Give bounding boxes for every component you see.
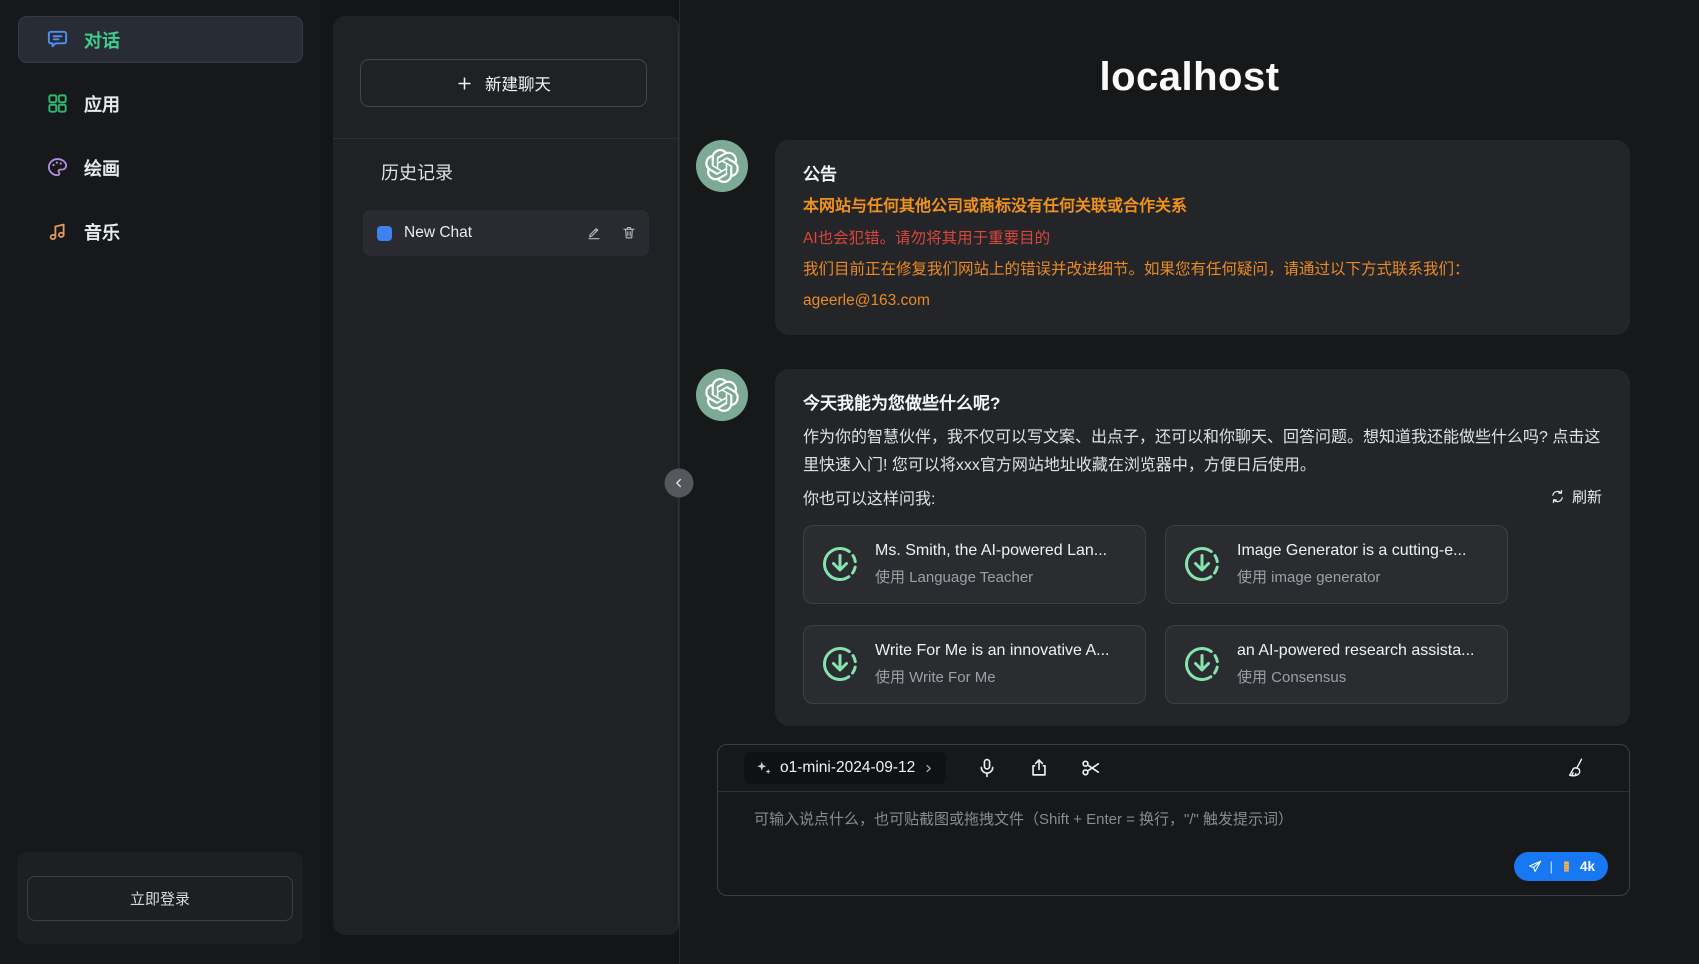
message-input[interactable] <box>718 792 1629 878</box>
announcement-line: AI也会犯错。请勿将其用于重要目的 <box>803 227 1602 251</box>
history-item[interactable]: New Chat <box>363 210 649 256</box>
suggestion-subtitle: 使用 Write For Me <box>875 666 1109 687</box>
cut-icon[interactable] <box>1080 757 1102 779</box>
sidebar-nav: 对话 应用 绘画 音乐 <box>0 0 320 255</box>
plus-icon <box>456 75 473 92</box>
assistant-avatar <box>696 140 748 192</box>
sidebar: 对话 应用 绘画 音乐 立即 <box>0 0 320 964</box>
suggestion-card[interactable]: Image Generator is a cutting-e... 使用 ima… <box>1165 525 1508 604</box>
send-icon <box>1527 859 1543 875</box>
sidebar-item-chat[interactable]: 对话 <box>18 16 303 63</box>
suggestion-subtitle: 使用 Consensus <box>1237 666 1474 687</box>
suggestion-subtitle: 使用 Language Teacher <box>875 566 1107 587</box>
suggestion-grid: Ms. Smith, the AI-powered Lan... 使用 Lang… <box>803 525 1602 704</box>
sidebar-item-apps[interactable]: 应用 <box>18 80 303 127</box>
message-bubble: 公告 本网站与任何其他公司或商标没有任何关联或合作关系 AI也会犯错。请勿将其用… <box>775 140 1630 335</box>
suggestion-card[interactable]: Write For Me is an innovative A... 使用 Wr… <box>803 625 1146 704</box>
chevron-left-icon <box>673 477 686 490</box>
chat-main: localhost 公告 本网站与任何其他公司或商标没有任何关联或合作关系 AI… <box>680 0 1699 964</box>
arrow-down-circle-icon <box>1182 644 1222 684</box>
edit-icon[interactable] <box>586 225 602 241</box>
send-button[interactable]: | 4k <box>1514 852 1608 881</box>
announcement-line: 本网站与任何其他公司或商标没有任何关联或合作关系 <box>803 195 1602 220</box>
upload-icon[interactable] <box>1028 757 1050 779</box>
chat-icon <box>46 28 69 51</box>
chat-bullet-icon <box>377 226 392 241</box>
token-count-badge: 4k <box>1580 859 1595 874</box>
history-heading: 历史记录 <box>381 159 678 185</box>
suggestion-title: Image Generator is a cutting-e... <box>1237 542 1466 560</box>
openai-logo-icon <box>705 149 739 183</box>
message-welcome: 今天我能为您做些什么呢? 作为你的智慧伙伴，我不仅可以写文案、出点子，还可以和你… <box>696 369 1630 726</box>
welcome-heading: 今天我能为您做些什么呢? <box>803 389 1602 414</box>
suggestion-card[interactable]: Ms. Smith, the AI-powered Lan... 使用 Lang… <box>803 525 1146 604</box>
music-icon <box>46 220 69 243</box>
sparkles-icon <box>756 760 772 776</box>
token-icon <box>1560 860 1573 873</box>
history-panel: 新建聊天 历史记录 New Chat <box>333 16 679 935</box>
chevron-right-icon <box>923 763 934 774</box>
apps-icon <box>46 92 69 115</box>
sidebar-item-music[interactable]: 音乐 <box>18 208 303 255</box>
assistant-avatar <box>696 369 748 421</box>
login-card: 立即登录 <box>17 852 303 944</box>
message-list: 公告 本网站与任何其他公司或商标没有任何关联或合作关系 AI也会犯错。请勿将其用… <box>696 140 1630 726</box>
clear-icon[interactable] <box>1567 757 1589 779</box>
model-selector[interactable]: o1-mini-2024-09-12 <box>744 752 946 784</box>
model-name: o1-mini-2024-09-12 <box>780 759 915 777</box>
composer: o1-mini-2024-09-12 | <box>717 744 1630 896</box>
suggestion-title: Ms. Smith, the AI-powered Lan... <box>875 542 1107 560</box>
history-item-title: New Chat <box>404 224 574 242</box>
delete-icon[interactable] <box>621 225 637 241</box>
mic-icon[interactable] <box>976 757 998 779</box>
collapse-panel-button[interactable] <box>665 469 694 498</box>
suggestion-title: Write For Me is an innovative A... <box>875 642 1109 660</box>
sidebar-item-label: 应用 <box>84 91 120 117</box>
message-announcement: 公告 本网站与任何其他公司或商标没有任何关联或合作关系 AI也会犯错。请勿将其用… <box>696 140 1630 335</box>
suggestion-subtitle: 使用 image generator <box>1237 566 1466 587</box>
openai-logo-icon <box>705 378 739 412</box>
announcement-line: 我们目前正在修复我们网站上的错误并改进细节。如果您有任何疑问，请通过以下方式联系… <box>803 258 1602 282</box>
composer-toolbar: o1-mini-2024-09-12 <box>718 745 1629 792</box>
refresh-icon <box>1550 489 1565 504</box>
message-bubble: 今天我能为您做些什么呢? 作为你的智慧伙伴，我不仅可以写文案、出点子，还可以和你… <box>775 369 1630 726</box>
arrow-down-circle-icon <box>820 544 860 584</box>
new-chat-button[interactable]: 新建聊天 <box>360 59 647 107</box>
arrow-down-circle-icon <box>820 644 860 684</box>
sidebar-item-label: 绘画 <box>84 155 120 181</box>
panel-divider <box>333 138 678 139</box>
paint-icon <box>46 156 69 179</box>
arrow-down-circle-icon <box>1182 544 1222 584</box>
suggestion-card[interactable]: an AI-powered research assista... 使用 Con… <box>1165 625 1508 704</box>
login-button[interactable]: 立即登录 <box>27 876 293 921</box>
announcement-heading: 公告 <box>803 160 1602 185</box>
page-title: localhost <box>680 55 1699 100</box>
ask-hint: 你也可以这样问我: <box>803 485 935 509</box>
ask-hint-row: 你也可以这样问我: 刷新 <box>803 485 1602 509</box>
sidebar-item-label: 音乐 <box>84 219 120 245</box>
refresh-label: 刷新 <box>1572 486 1602 507</box>
announcement-email: ageerle@163.com <box>803 289 1602 313</box>
refresh-suggestions-button[interactable]: 刷新 <box>1550 486 1602 507</box>
new-chat-label: 新建聊天 <box>485 71 551 95</box>
sidebar-item-label: 对话 <box>84 27 120 53</box>
welcome-body: 作为你的智慧伙伴，我不仅可以写文案、出点子，还可以和你聊天、回答问题。想知道我还… <box>803 424 1602 481</box>
send-separator: | <box>1550 859 1553 874</box>
sidebar-item-paint[interactable]: 绘画 <box>18 144 303 191</box>
suggestion-title: an AI-powered research assista... <box>1237 642 1474 660</box>
